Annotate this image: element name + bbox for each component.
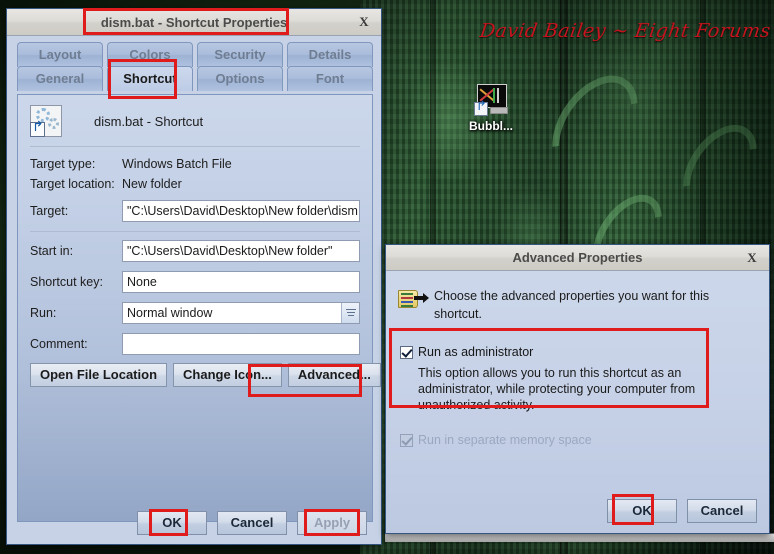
tab-details[interactable]: Details [287,42,373,67]
field-shortcut-key: Shortcut key: None [18,262,372,293]
ok-button[interactable]: OK [137,511,207,535]
field-target-type: Target type: Windows Batch File [18,151,372,171]
field-label-run: Run: [30,306,57,320]
tab-security[interactable]: Security [197,42,283,67]
desktop-icon-label: Bubbl... [469,119,513,133]
target-input[interactable]: "C:\Users\David\Desktop\New folder\dism.… [122,200,360,222]
run-as-administrator-label: Run as administrator [418,345,534,359]
tab-layout[interactable]: Layout [17,42,103,67]
properties-titlebar[interactable]: dism.bat - Shortcut Properties X [7,9,381,36]
advanced-body: Choose the advanced properties you want … [386,271,769,533]
shortcut-action-buttons: Open File Location Change Icon... Advanc… [18,355,381,387]
field-value-target-type: Windows Batch File [122,157,232,171]
run-as-administrator-checkbox[interactable] [400,346,413,359]
advanced-cancel-button[interactable]: Cancel [687,499,757,523]
advanced-window-title: Advanced Properties [512,250,643,265]
tab-row-1: Layout Colors Security Details [17,42,373,67]
properties-window-title: dism.bat - Shortcut Properties [100,14,288,30]
run-separate-memory-checkbox [400,434,413,447]
close-icon[interactable]: X [744,250,760,266]
field-target: Target: "C:\Users\David\Desktop\New fold… [18,191,372,222]
shortcut-header-row: dism.bat - Shortcut [18,95,372,137]
run-as-administrator-row[interactable]: Run as administrator [386,345,769,359]
comment-input[interactable] [122,333,360,355]
field-label-target: Target: [30,204,69,218]
tab-shortcut[interactable]: Shortcut [107,66,193,91]
cancel-button[interactable]: Cancel [217,511,287,535]
advanced-description: Choose the advanced properties you want … [434,289,710,321]
field-label-start-in: Start in: [30,244,74,258]
run-combobox-value: Normal window [127,306,213,320]
shortcut-properties-window: dism.bat - Shortcut Properties X Layout … [6,8,382,545]
properties-footer: OK Cancel Apply [7,511,381,535]
field-value-target-location: New folder [122,177,182,191]
field-label-target-type: Target type: [30,157,96,171]
advanced-button[interactable]: Advanced... [287,363,381,387]
field-start-in: Start in: "C:\Users\David\Desktop\New fo… [18,232,372,262]
advanced-properties-window: Advanced Properties X Choose the advance… [385,244,770,534]
tab-bar: Layout Colors Security Details General S… [17,42,373,91]
run-as-administrator-description: This option allows you to run this short… [418,366,696,412]
shortcut-arrow-icon [474,102,488,116]
taskbar-strip [385,533,774,542]
field-label-target-location: Target location: [30,177,115,191]
open-file-location-button[interactable]: Open File Location [30,363,168,387]
field-label-shortcut-key: Shortcut key: [30,275,103,289]
tab-font[interactable]: Font [287,66,373,91]
desktop-icon-bubble[interactable]: Bubbl... [452,84,530,133]
watermark-text: David Bailey ~ Eight Forums [478,20,773,42]
batch-file-shortcut-icon [30,105,62,137]
field-comment: Comment: [18,324,372,355]
shortcut-key-input[interactable]: None [122,271,360,293]
field-run: Run: Normal window [18,293,372,324]
advanced-titlebar[interactable]: Advanced Properties X [386,245,769,271]
shortcut-tab-panel: dism.bat - Shortcut Target type: Windows… [17,94,381,522]
shortcut-arrow-icon [30,122,45,137]
run-combobox[interactable]: Normal window [122,302,360,324]
apply-button[interactable]: Apply [297,511,367,535]
run-separate-memory-label: Run in separate memory space [418,433,592,447]
advanced-ok-button[interactable]: OK [607,499,677,523]
run-separate-memory-row: Run in separate memory space [386,433,769,447]
chevron-down-icon[interactable] [341,303,359,323]
properties-body: Layout Colors Security Details General S… [7,36,381,544]
field-target-location: Target location: New folder [18,171,372,191]
tab-colors[interactable]: Colors [107,42,193,67]
advanced-footer: OK Cancel [607,499,757,523]
start-in-input[interactable]: "C:\Users\David\Desktop\New folder" [122,240,360,262]
change-icon-button[interactable]: Change Icon... [173,363,282,387]
tab-options[interactable]: Options [197,66,283,91]
tab-general[interactable]: General [17,66,103,91]
field-label-comment: Comment: [30,337,88,351]
advanced-description-row: Choose the advanced properties you want … [386,271,769,323]
advanced-properties-icon [398,288,429,310]
tab-row-2: General Shortcut Options Font [17,66,373,91]
close-icon[interactable]: X [356,14,372,30]
shortcut-display-name: dism.bat - Shortcut [94,113,204,129]
bubble-shortcut-icon [474,84,508,116]
